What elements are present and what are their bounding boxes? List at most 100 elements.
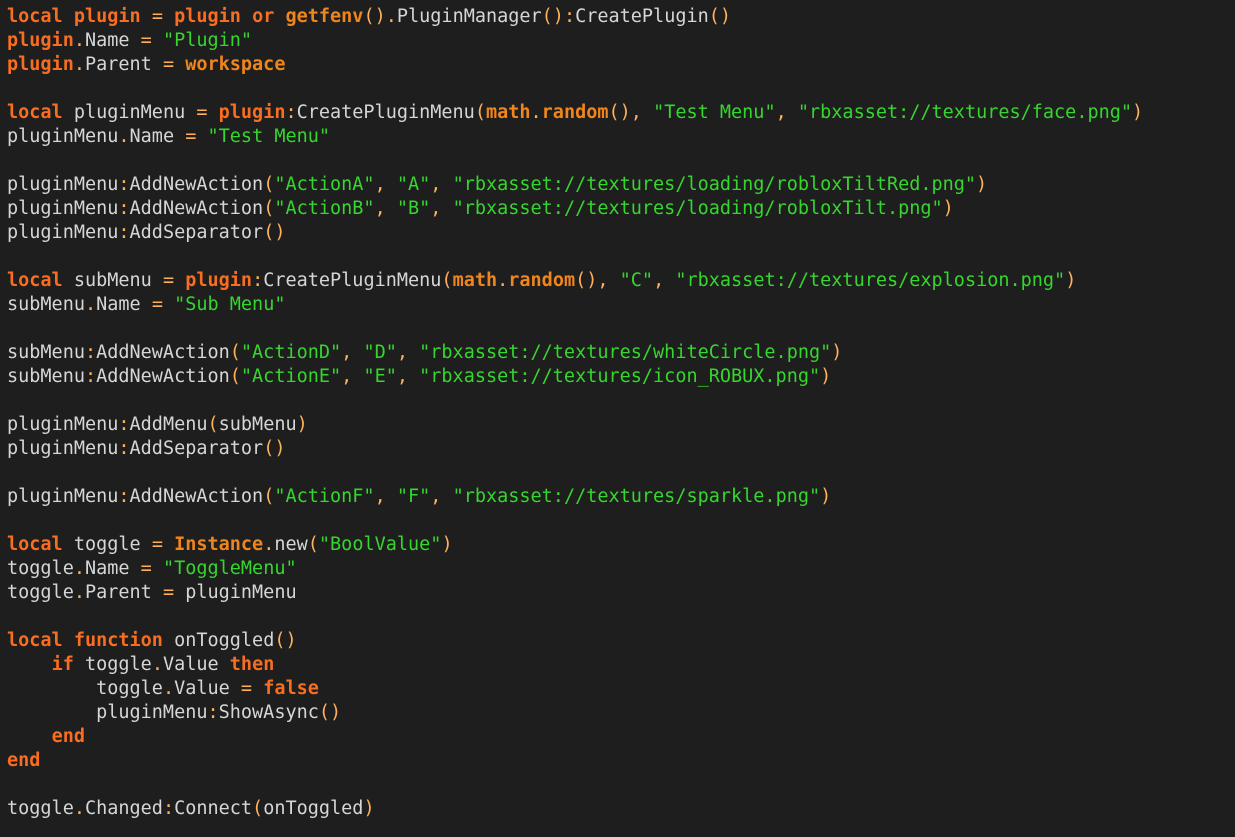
code-token: "rbxasset://textures/sparkle.png" (452, 486, 821, 507)
code-token: local (7, 270, 63, 291)
code-line[interactable]: plugin.Parent = workspace (7, 53, 1235, 77)
code-token: plugin (218, 102, 286, 123)
code-line[interactable]: subMenu:AddNewAction("ActionD", "D", "rb… (7, 341, 1235, 365)
code-token: random (508, 270, 576, 291)
code-token: . (263, 534, 275, 555)
code-token: "rbxasset://textures/explosion.png" (675, 270, 1066, 291)
code-token: pluginMenu (62, 102, 197, 123)
code-token: Name (84, 30, 130, 51)
code-line[interactable]: pluginMenu:AddNewAction("ActionF", "F", … (7, 485, 1235, 509)
code-line[interactable]: local function onToggled() (7, 629, 1235, 653)
code-token: = (240, 678, 253, 699)
code-line[interactable]: pluginMenu:AddMenu(subMenu) (7, 413, 1235, 437)
code-token: : (563, 6, 576, 27)
code-line[interactable]: pluginMenu:AddNewAction("ActionB", "B", … (7, 197, 1235, 221)
code-token: "E" (363, 366, 397, 387)
code-token: , (597, 270, 609, 291)
code-line[interactable]: pluginMenu:AddSeparator() (7, 221, 1235, 245)
code-token: : (162, 798, 175, 819)
code-line[interactable]: pluginMenu:AddSeparator() (7, 437, 1235, 461)
code-token: CreatePlugin (575, 6, 709, 27)
code-line[interactable]: pluginMenu:ShowAsync() (7, 701, 1235, 725)
code-token: "rbxasset://textures/whiteCircle.png" (419, 342, 832, 363)
code-line[interactable] (7, 317, 1235, 341)
code-line[interactable] (7, 461, 1235, 485)
code-line[interactable]: end (7, 725, 1235, 749)
code-token: "ActionD" (240, 342, 342, 363)
code-line[interactable]: toggle.Parent = pluginMenu (7, 581, 1235, 605)
code-token: "ActionA" (274, 174, 375, 195)
code-token: ) (976, 174, 988, 195)
code-token: : (118, 174, 130, 195)
code-token: ) (296, 414, 308, 435)
code-line[interactable]: subMenu.Name = "Sub Menu" (7, 293, 1235, 317)
code-token: CreatePluginMenu (296, 102, 475, 123)
code-token: AddNewAction (96, 342, 230, 363)
code-line[interactable] (7, 149, 1235, 173)
code-line[interactable]: local plugin = plugin or getfenv().Plugi… (7, 5, 1235, 29)
code-token: () (318, 702, 342, 723)
code-token: = (151, 534, 163, 555)
code-token: () (274, 630, 297, 651)
code-line[interactable]: local pluginMenu = plugin:CreatePluginMe… (7, 101, 1235, 125)
code-token: = (162, 582, 175, 603)
code-token: subMenu (7, 294, 85, 315)
code-token: pluginMenu (174, 582, 297, 603)
code-token: subMenu (7, 366, 85, 387)
code-token: ( (474, 102, 486, 123)
code-token: . (530, 102, 542, 123)
code-line[interactable]: toggle.Changed:Connect(onToggled) (7, 797, 1235, 821)
code-token: onToggled (162, 630, 275, 651)
code-token: pluginMenu (7, 702, 208, 723)
code-line[interactable] (7, 773, 1235, 797)
code-line[interactable] (7, 389, 1235, 413)
code-token: ) (1132, 102, 1144, 123)
code-token: ) (820, 366, 832, 387)
code-token: : (252, 270, 264, 291)
code-line[interactable]: local toggle = Instance.new("BoolValue") (7, 533, 1235, 557)
code-line[interactable]: local subMenu = plugin:CreatePluginMenu(… (7, 269, 1235, 293)
code-token: : (118, 198, 130, 219)
code-line[interactable]: if toggle.Value then (7, 653, 1235, 677)
code-token: , (396, 366, 408, 387)
code-line[interactable] (7, 509, 1235, 533)
code-line[interactable]: subMenu:AddNewAction("ActionE", "E", "rb… (7, 365, 1235, 389)
code-token: ( (307, 534, 319, 555)
code-token: ( (441, 270, 453, 291)
code-token: () (575, 270, 598, 291)
code-token: , (653, 270, 665, 291)
code-token: = (140, 30, 152, 51)
code-token: . (73, 30, 85, 51)
code-line[interactable]: pluginMenu.Name = "Test Menu" (7, 125, 1235, 149)
code-line[interactable]: pluginMenu:AddNewAction("ActionA", "A", … (7, 173, 1235, 197)
code-line[interactable]: plugin.Name = "Plugin" (7, 29, 1235, 53)
code-line[interactable]: toggle.Name = "ToggleMenu" (7, 557, 1235, 581)
code-line[interactable] (7, 605, 1235, 629)
code-content[interactable]: local plugin = plugin or getfenv().Plugi… (7, 5, 1235, 821)
code-token: Name (96, 294, 141, 315)
code-line[interactable] (7, 77, 1235, 101)
code-line[interactable]: end (7, 749, 1235, 773)
code-line[interactable]: toggle.Value = false (7, 677, 1235, 701)
code-token: ) (831, 342, 843, 363)
code-token: = (196, 102, 208, 123)
code-token: () (541, 6, 564, 27)
code-token: . (73, 798, 85, 819)
code-line[interactable] (7, 245, 1235, 269)
code-token: : (118, 414, 130, 435)
code-token: "Test Menu" (653, 102, 776, 123)
code-token: toggle (7, 558, 74, 579)
code-editor[interactable]: local plugin = plugin or getfenv().Plugi… (0, 0, 1235, 837)
code-token: , (341, 342, 353, 363)
code-token: "rbxasset://textures/loading/robloxTiltR… (452, 174, 977, 195)
